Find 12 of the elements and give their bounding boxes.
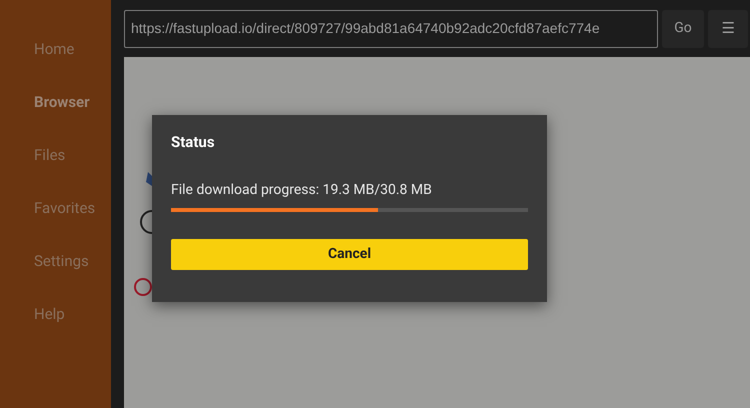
cancel-button[interactable]: Cancel <box>171 239 528 270</box>
menu-button[interactable]: ☰ <box>708 10 748 48</box>
dialog-title: Status <box>171 132 216 153</box>
progress-message: File download progress: 19.3 MB/30.8 MB <box>171 181 433 200</box>
go-button[interactable]: Go <box>662 10 704 48</box>
sidebar-item[interactable]: Settings <box>34 250 111 273</box>
sidebar-item[interactable]: Browser <box>34 91 111 114</box>
sidebar-item[interactable]: Favorites <box>34 197 111 220</box>
sidebar-item[interactable]: Home <box>34 38 111 61</box>
sidebar-item[interactable]: Files <box>34 144 111 167</box>
sidebar-item[interactable]: Help <box>34 303 111 326</box>
url-field[interactable]: https://fastupload.io/direct/809727/99abd81a64740b92adc20cfd87aefc774e <box>124 10 658 48</box>
